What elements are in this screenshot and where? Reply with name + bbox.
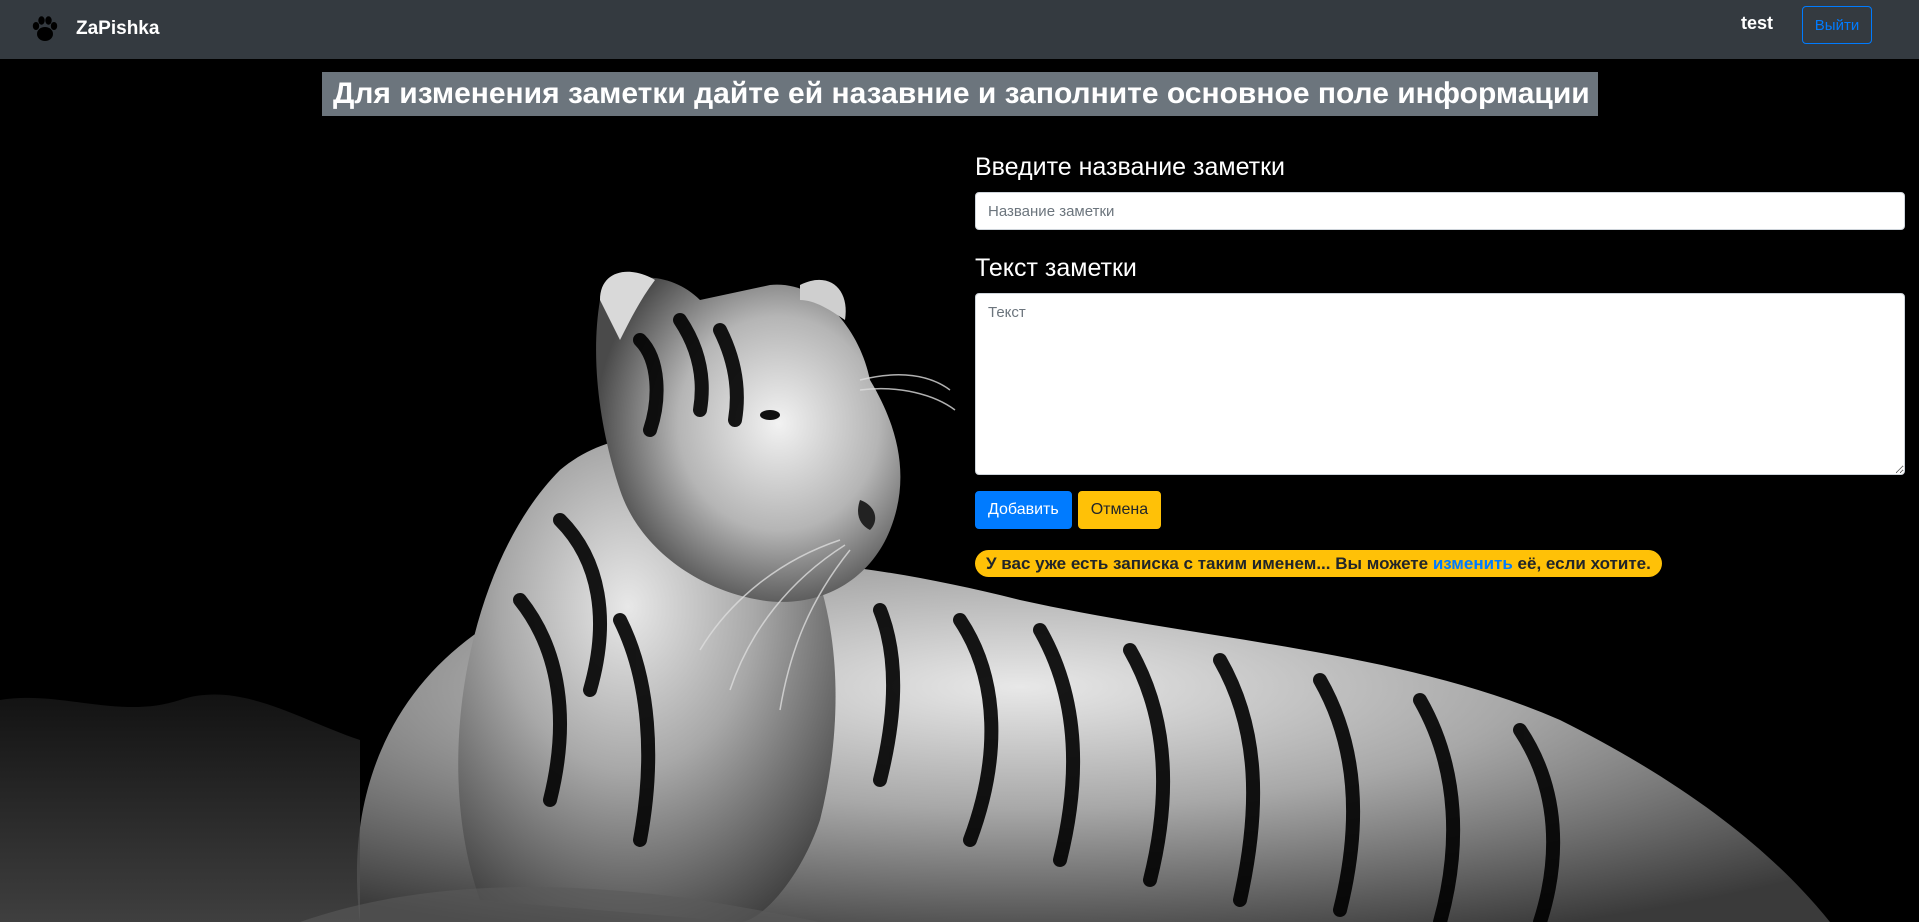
brand-name: ZaPishka — [76, 18, 160, 39]
alert-text-after: её, если хотите. — [1512, 554, 1651, 573]
note-title-input[interactable] — [975, 192, 1905, 230]
brand-link[interactable]: ZaPishka — [30, 8, 159, 50]
note-text-textarea[interactable] — [975, 293, 1905, 475]
add-button[interactable]: Добавить — [975, 491, 1072, 529]
edit-note-form: Введите название заметки Текст заметки Д… — [975, 150, 1905, 577]
logout-button[interactable]: Выйти — [1802, 6, 1872, 44]
username-label: test — [1740, 13, 1773, 33]
paw-icon — [32, 16, 58, 41]
form-buttons: Добавить Отмена — [975, 491, 1905, 529]
duplicate-note-alert: У вас уже есть записка с таким именем...… — [975, 550, 1662, 577]
alert-text-before: У вас уже есть записка с таким именем...… — [986, 554, 1433, 573]
note-title-label: Введите название заметки — [975, 153, 1285, 181]
top-navbar: ZaPishka test Выйти — [0, 0, 1919, 59]
note-text-label: Текст заметки — [975, 254, 1137, 282]
cancel-button[interactable]: Отмена — [1077, 491, 1162, 529]
page-title: Для изменения заметки дайте ей назавние … — [322, 72, 1598, 116]
edit-note-link[interactable]: изменить — [1433, 554, 1513, 573]
